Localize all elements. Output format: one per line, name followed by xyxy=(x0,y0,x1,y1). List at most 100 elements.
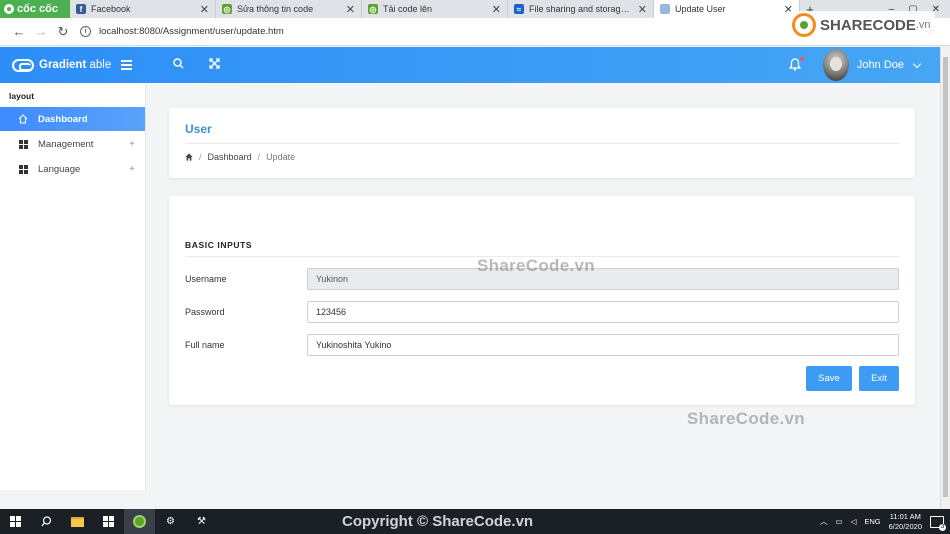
windows-start-icon[interactable] xyxy=(0,509,31,534)
grid-icon xyxy=(17,139,29,149)
battery-icon[interactable]: ▭ xyxy=(835,517,842,526)
store-icon[interactable] xyxy=(93,509,124,534)
expand-plus-icon[interactable]: + xyxy=(129,139,135,150)
fullname-field[interactable] xyxy=(307,334,899,356)
save-button[interactable]: Save xyxy=(806,366,852,391)
grid-icon xyxy=(17,164,29,174)
brand-logo-icon xyxy=(12,58,34,72)
coccoc-logo-icon xyxy=(4,4,14,14)
close-icon[interactable]: ✕ xyxy=(638,3,647,16)
user-name[interactable]: John Doe xyxy=(857,59,904,71)
reload-icon[interactable]: ↻ xyxy=(52,24,74,40)
url-field[interactable]: i localhost:8080/Assignment/user/update.… xyxy=(80,26,284,37)
tab-label: Tải code lên xyxy=(383,4,433,14)
mediafire-icon: ≈ xyxy=(514,4,524,14)
sidebar-item-management[interactable]: Management + xyxy=(0,132,145,156)
sidebar-caption: layout xyxy=(9,91,35,101)
brand-name-light: able xyxy=(86,59,112,71)
tab-label: Update User xyxy=(675,4,726,14)
close-icon[interactable]: ✕ xyxy=(200,3,209,16)
system-tray: ︿ ▭ ◁ ENG 11:01 AM 6/20/2020 3 xyxy=(820,512,950,532)
clock-time: 11:01 AM xyxy=(889,511,921,521)
menu-toggle-icon[interactable] xyxy=(121,60,133,70)
notification-dot xyxy=(799,57,804,61)
scrollbar-thumb[interactable] xyxy=(943,57,948,497)
breadcrumb-separator: / xyxy=(257,152,261,162)
username-label: Username xyxy=(185,274,227,284)
sidebar-item-language[interactable]: Language + xyxy=(0,157,145,181)
chevron-down-icon[interactable] xyxy=(912,59,922,68)
sidebar-item-label: Dashboard xyxy=(38,113,88,125)
coccoc-browser-icon[interactable] xyxy=(124,509,155,534)
expand-plus-icon[interactable]: + xyxy=(129,164,135,175)
fullscreen-icon[interactable] xyxy=(196,58,232,72)
url-text: localhost:8080/Assignment/user/update.ht… xyxy=(99,26,284,37)
search-icon[interactable] xyxy=(31,509,62,534)
main-content: User / Dashboard / Update BASIC INPUTS U… xyxy=(147,83,940,490)
forward-arrow-icon[interactable]: → xyxy=(30,24,52,39)
header-right: John Doe xyxy=(788,47,940,83)
section-title: BASIC INPUTS xyxy=(185,240,899,257)
brand-name-bold: Gradient xyxy=(39,59,87,71)
sharecode-logo: SHARECODE .vn xyxy=(788,11,935,39)
sidebar-item-label: Management xyxy=(38,138,94,150)
close-icon[interactable]: ✕ xyxy=(346,3,355,16)
tab-sua-thong-tin-code[interactable]: ◎ Sửa thông tin code ✕ xyxy=(216,0,362,18)
password-row: Password xyxy=(185,301,899,323)
password-field[interactable] xyxy=(307,301,899,323)
bell-icon[interactable] xyxy=(788,57,804,72)
language-indicator[interactable]: ENG xyxy=(864,517,880,526)
brand-name: Gradient able xyxy=(39,59,111,71)
page-header-card: User / Dashboard / Update xyxy=(169,108,915,178)
sharecode-logo-suffix: .vn xyxy=(915,19,931,31)
chevron-up-icon[interactable]: ︿ xyxy=(820,516,828,527)
dev-tool-icon[interactable]: ⚒ xyxy=(186,509,217,534)
sidebar-item-dashboard[interactable]: Dashboard xyxy=(0,107,145,131)
basic-inputs-card: BASIC INPUTS Username Password Full name… xyxy=(169,196,915,405)
breadcrumb: / Dashboard / Update xyxy=(185,152,899,162)
avatar[interactable] xyxy=(822,49,849,81)
settings-gear-icon[interactable]: ⚙ xyxy=(155,509,186,534)
fullname-label: Full name xyxy=(185,340,225,350)
page-icon xyxy=(660,4,670,14)
tab-update-user[interactable]: Update User ✕ xyxy=(654,0,800,18)
copyright-watermark: Copyright © ShareCode.vn xyxy=(342,513,534,530)
facebook-icon: f xyxy=(76,4,86,14)
watermark-text: ShareCode.vn xyxy=(687,409,805,428)
home-icon[interactable] xyxy=(185,153,193,161)
tab-mediafire[interactable]: ≈ File sharing and storage mad ✕ xyxy=(508,0,654,18)
search-icon[interactable] xyxy=(160,58,196,72)
password-label: Password xyxy=(185,307,225,317)
tab-label: Sửa thông tin code xyxy=(237,4,314,14)
brand[interactable]: Gradient able xyxy=(0,58,160,72)
page-scrollbar[interactable] xyxy=(940,47,950,509)
tab-tai-code-len[interactable]: ◎ Tải code lên ✕ xyxy=(362,0,508,18)
fullname-row: Full name xyxy=(185,334,899,356)
sharecode-icon: ◎ xyxy=(368,4,378,14)
volume-icon[interactable]: ◁ xyxy=(851,517,857,526)
notification-center-icon[interactable]: 3 xyxy=(930,515,946,531)
form-actions: Save Exit xyxy=(185,366,899,391)
browser-menu-button[interactable]: cốc cốc xyxy=(0,0,70,18)
tab-facebook[interactable]: f Facebook ✕ xyxy=(70,0,216,18)
exit-button[interactable]: Exit xyxy=(859,366,899,391)
clock-date: 6/20/2020 xyxy=(888,521,922,531)
sidebar: layout Dashboard Management + Language + xyxy=(0,83,146,490)
file-explorer-icon[interactable] xyxy=(62,509,93,534)
back-arrow-icon[interactable]: ← xyxy=(8,24,30,39)
info-icon[interactable]: i xyxy=(80,26,91,37)
home-icon xyxy=(17,114,29,124)
username-field[interactable] xyxy=(307,268,899,290)
breadcrumb-dashboard[interactable]: Dashboard xyxy=(208,152,252,162)
tab-label: File sharing and storage mad xyxy=(529,4,634,14)
watermark-text: ShareCode.vn xyxy=(477,256,595,275)
clock[interactable]: 11:01 AM 6/20/2020 xyxy=(889,512,922,532)
page-title: User xyxy=(185,122,899,144)
breadcrumb-separator: / xyxy=(199,152,202,162)
tab-label: Facebook xyxy=(91,4,131,14)
sharecode-logo-icon xyxy=(792,13,816,37)
notification-count: 3 xyxy=(939,523,946,531)
sidebar-item-label: Language xyxy=(38,163,81,175)
close-icon[interactable]: ✕ xyxy=(492,3,501,16)
windows-taskbar: ⚙ ⚒ Copyright © ShareCode.vn ︿ ▭ ◁ ENG 1… xyxy=(0,509,950,534)
